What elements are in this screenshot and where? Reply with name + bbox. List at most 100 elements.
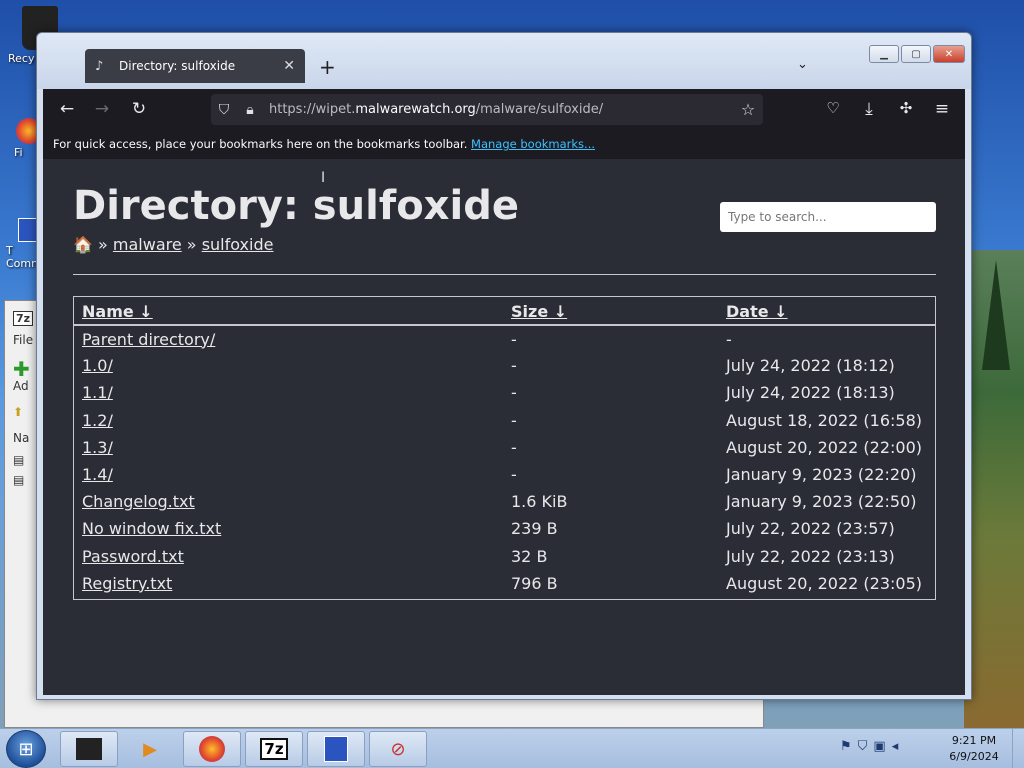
cell-name: Password.txt xyxy=(74,543,503,570)
tab-directory-sulfoxide[interactable]: ♪ Directory: sulfoxide ✕ xyxy=(85,49,305,83)
cell-date: July 22, 2022 (23:57) xyxy=(726,519,895,539)
bookmarks-hint: For quick access, place your bookmarks h… xyxy=(53,137,468,151)
file-link[interactable]: 1.0/ xyxy=(82,356,113,375)
minimize-button[interactable]: ▁ xyxy=(869,45,899,63)
taskbar-media-player[interactable]: ▶ xyxy=(121,731,179,767)
clock-time: 9:21 PM xyxy=(951,734,997,747)
file-link[interactable]: Registry.txt xyxy=(82,574,172,593)
file-table: Name ↓ Size ↓ Date ↓ Parent directory/ - -… xyxy=(74,297,935,597)
desktop-icon-label: T Comm xyxy=(6,244,42,270)
file-link[interactable]: 1.3/ xyxy=(82,438,113,457)
cell-size: 796 B xyxy=(511,573,558,593)
sevenzip-app-icon: 7z xyxy=(13,311,34,326)
reload-icon[interactable]: ↻ xyxy=(128,99,150,119)
text-cursor-icon: I xyxy=(321,170,326,186)
file-link[interactable]: Changelog.txt xyxy=(82,492,195,511)
cell-date: - xyxy=(726,329,732,349)
url-path: /malware/sulfoxide/ xyxy=(475,102,604,117)
cell-date: July 24, 2022 (18:13) xyxy=(726,383,895,403)
lock-icon[interactable]: 🔒︎ xyxy=(237,102,263,118)
sevenzip-icon: 7z xyxy=(260,738,288,760)
manage-bookmarks-link[interactable]: Manage bookmarks... xyxy=(471,137,595,151)
volume-icon[interactable]: ◂ xyxy=(892,739,899,754)
address-bar[interactable]: ⛉ 🔒︎ https://wipet.malwarewatch.org/malw… xyxy=(211,94,763,125)
close-window-button[interactable]: ✕ xyxy=(933,45,965,63)
close-tab-icon[interactable]: ✕ xyxy=(283,58,295,74)
display-monitor-icon[interactable]: ▣ xyxy=(873,739,885,754)
file-link[interactable]: 1.2/ xyxy=(82,411,113,430)
cell-date: January 9, 2023 (22:20) xyxy=(726,465,917,485)
browser-chrome: ← → ↻ ⛉ 🔒︎ https://wipet.malwarewatch.or… xyxy=(43,89,965,159)
taskbar-recycle-app[interactable] xyxy=(60,731,118,767)
clock[interactable]: 9:21 PM 6/9/2024 xyxy=(945,733,1003,765)
url-text[interactable]: https://wipet.malwarewatch.org/malware/s… xyxy=(263,102,733,117)
table-row: No window fix.txt 239 B July 22, 2022 (23:… xyxy=(74,515,935,542)
sort-by-size-link[interactable]: Size ↓ xyxy=(511,302,567,321)
file-icon: ▤ xyxy=(13,473,25,487)
sort-by-name-link[interactable]: Name ↓ xyxy=(82,302,153,321)
taskbar-app-blocked[interactable]: ⊘ xyxy=(369,731,427,767)
taskbar-firefox[interactable] xyxy=(183,731,241,767)
taskbar-total-commander[interactable] xyxy=(307,731,365,767)
breadcrumb-sulfoxide[interactable]: sulfoxide xyxy=(202,235,274,254)
file-link[interactable]: No window fix.txt xyxy=(82,519,221,538)
floppy-icon xyxy=(324,736,348,762)
cell-date: January 9, 2023 (22:50) xyxy=(726,492,917,512)
file-link[interactable]: Password.txt xyxy=(82,547,184,566)
pocket-icon[interactable]: ♡ xyxy=(822,99,844,117)
search-input[interactable] xyxy=(720,202,936,232)
cell-name: Parent directory/ xyxy=(74,325,503,352)
taskbar: ⊞ ▶ 7z ⊘ ⚑ ⛉ ▣ ◂ 9:21 PM 6/9/2024 xyxy=(0,728,1024,768)
cell-date: July 22, 2022 (23:13) xyxy=(726,546,895,566)
forward-arrow-icon[interactable]: → xyxy=(91,99,113,119)
table-row: 1.3/ - August 20, 2022 (22:00) xyxy=(74,434,935,461)
wallpaper-landscape xyxy=(964,250,1024,728)
divider xyxy=(73,274,936,275)
menu-file[interactable]: File xyxy=(13,333,33,347)
sort-by-date-link[interactable]: Date ↓ xyxy=(726,302,788,321)
cell-name: No window fix.txt xyxy=(74,515,503,542)
browser-window[interactable]: ♪ Directory: sulfoxide ✕ + ⌄ ▁ ▢ ✕ ← → ↻… xyxy=(36,32,972,700)
taskbar-7zip[interactable]: 7z xyxy=(245,731,303,767)
desktop-icon-total-commander[interactable]: T Comm xyxy=(6,218,42,270)
add-plus-icon: ✚ xyxy=(13,357,30,381)
add-button-label[interactable]: Ad xyxy=(13,379,29,393)
nav-toolbar: ← → ↻ ⛉ 🔒︎ https://wipet.malwarewatch.or… xyxy=(43,89,965,129)
file-link[interactable]: 1.1/ xyxy=(82,383,113,402)
maximize-button[interactable]: ▢ xyxy=(901,45,931,63)
cell-size: - xyxy=(511,410,517,430)
home-icon[interactable]: 🏠 xyxy=(73,235,93,254)
cell-name: 1.0/ xyxy=(74,352,503,379)
shield-icon[interactable]: ⛉ xyxy=(211,102,237,118)
cell-size: - xyxy=(511,437,517,457)
list-all-tabs-chevron-down-icon[interactable]: ⌄ xyxy=(797,57,808,72)
downloads-icon[interactable]: ⤓ xyxy=(858,99,880,119)
cell-name: 1.3/ xyxy=(74,434,503,461)
folder-up-icon[interactable]: ⬆ xyxy=(13,405,23,419)
action-center-flag-icon[interactable]: ⚑ xyxy=(840,739,852,754)
hamburger-menu-icon[interactable]: ≡ xyxy=(931,99,953,119)
table-row: Password.txt 32 B July 22, 2022 (23:13) xyxy=(74,543,935,570)
show-desktop-button[interactable] xyxy=(1012,729,1024,768)
bookmark-star-icon[interactable]: ☆ xyxy=(733,100,763,119)
table-row: Registry.txt 796 B August 20, 2022 (23:05) xyxy=(74,570,935,597)
clock-date: 6/9/2024 xyxy=(949,750,999,763)
breadcrumb-malware[interactable]: malware xyxy=(113,235,182,254)
bookmarks-toolbar: For quick access, place your bookmarks h… xyxy=(43,129,965,159)
file-link[interactable]: 1.4/ xyxy=(82,465,113,484)
file-link[interactable]: Parent directory/ xyxy=(82,330,215,349)
column-header-name[interactable]: Na xyxy=(13,431,29,445)
window-titlebar[interactable]: ♪ Directory: sulfoxide ✕ + ⌄ ▁ ▢ ✕ xyxy=(37,33,971,89)
cell-name: 1.4/ xyxy=(74,461,503,488)
column-header-date: Date ↓ xyxy=(718,297,935,326)
cell-date: August 18, 2022 (16:58) xyxy=(726,410,923,430)
security-shield-icon[interactable]: ⛉ xyxy=(858,739,868,754)
firefox-icon xyxy=(199,736,225,762)
extensions-puzzle-icon[interactable]: ✣ xyxy=(895,99,917,117)
back-arrow-icon[interactable]: ← xyxy=(56,99,78,119)
table-row: Changelog.txt 1.6 KiB January 9, 2023 (22:… xyxy=(74,488,935,515)
start-button[interactable]: ⊞ xyxy=(6,730,46,768)
page-title: Directory: sulfoxide xyxy=(73,183,519,229)
table-header-row: Name ↓ Size ↓ Date ↓ xyxy=(74,297,935,326)
new-tab-button[interactable]: + xyxy=(319,55,336,79)
